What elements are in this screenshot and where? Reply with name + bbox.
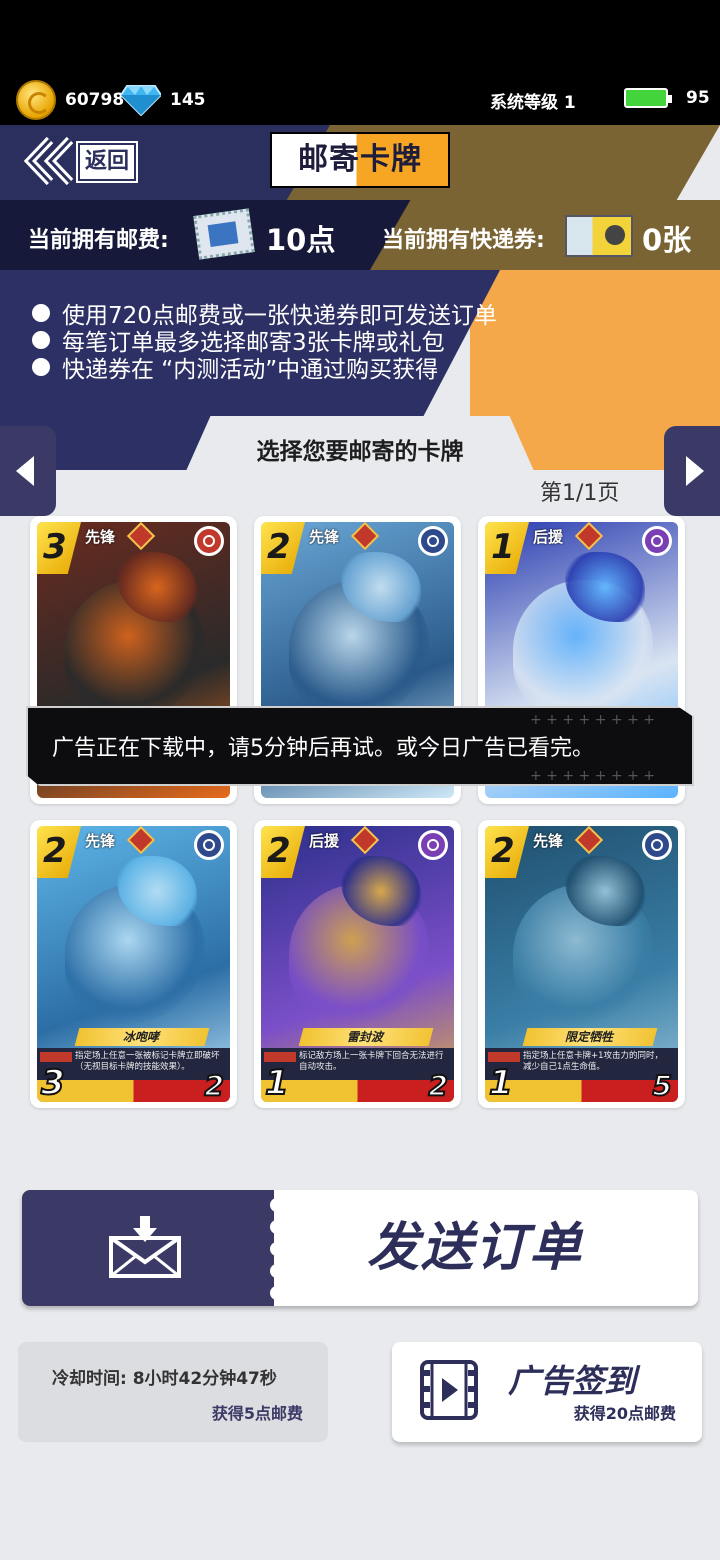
card-item[interactable]: 2 先锋 限定牺牲 指定场上任意卡牌+1攻击力的同时，减少自己1点生命值。 1 5 — [478, 820, 685, 1108]
element-icon — [418, 830, 448, 860]
arrow-right-icon — [686, 456, 704, 486]
card-art: 2 先锋 冰咆哮 指定场上任意一张被标记卡牌立即破坏（无视目标卡牌的技能效果）。 3 2 — [37, 826, 230, 1102]
system-level: 系统等级 1 — [490, 93, 576, 113]
card-attack: 1 — [488, 1063, 514, 1102]
gold-amount: 60798 — [65, 90, 125, 110]
voucher-label: 当前拥有快递券: — [382, 228, 545, 253]
card-attack: 1 — [264, 1063, 290, 1102]
double-chevron-left-icon[interactable] — [22, 136, 78, 186]
toast-text: 广告正在下载中，请5分钟后再试。或今日广告已看完。 — [52, 736, 594, 761]
postage-cooldown-panel — [18, 1342, 328, 1442]
card-art: 2 先锋 限定牺牲 指定场上任意卡牌+1攻击力的同时，减少自己1点生命值。 1 5 — [485, 826, 678, 1102]
element-icon — [194, 830, 224, 860]
cooldown-reward: 获得5点邮费 — [211, 1404, 303, 1423]
cooldown-timer: 冷却时间: 8小时42分钟47秒 — [52, 1369, 277, 1389]
element-icon — [642, 526, 672, 556]
ad-checkin-reward: 获得20点邮费 — [573, 1404, 676, 1423]
back-button[interactable]: 返回 — [78, 143, 136, 181]
postage-stamp-icon — [193, 208, 255, 260]
card-item[interactable]: 2 后援 雷封波 标记敌方场上一张卡牌下回合无法进行自动攻击。 1 2 — [254, 820, 461, 1108]
skill-tag-icon — [40, 1052, 72, 1062]
page-title: 邮寄卡牌 — [270, 132, 450, 188]
bullet-icon — [32, 358, 50, 376]
postage-fee-value: 10点 — [266, 223, 336, 257]
next-page-button[interactable] — [664, 426, 720, 516]
card-role: 先锋 — [309, 528, 340, 546]
element-icon — [418, 526, 448, 556]
express-voucher-icon — [565, 215, 633, 257]
card-role: 后援 — [533, 528, 564, 546]
card-attack: 3 — [40, 1063, 66, 1102]
skill-tag-icon — [488, 1052, 520, 1062]
card-role: 后援 — [309, 832, 340, 850]
card-health: 5 — [651, 1069, 673, 1103]
diamond-amount: 145 — [170, 90, 206, 110]
decor-pattern: + + + + + + + + — [530, 712, 655, 728]
arrow-left-icon — [16, 456, 34, 486]
selector-title: 选择您要邮寄的卡牌 — [256, 439, 464, 465]
page-indicator: 第1/1页 — [540, 481, 620, 506]
bullet-icon — [32, 331, 50, 349]
element-icon — [642, 830, 672, 860]
element-icon — [194, 526, 224, 556]
card-name: 雷封波 — [298, 1028, 434, 1046]
rule-item: 快递券在 “内测活动”中通过购买获得 — [32, 350, 438, 384]
card-role: 先锋 — [533, 832, 564, 850]
battery-level: 95 — [686, 88, 710, 108]
card-role: 先锋 — [85, 832, 116, 850]
diamond-icon — [121, 85, 161, 116]
envelope-download-icon — [109, 1216, 181, 1278]
decor-pattern: + + + + + + + + — [530, 768, 655, 784]
prev-page-button[interactable] — [0, 426, 56, 516]
card-health: 2 — [427, 1069, 449, 1103]
voucher-value: 0张 — [642, 223, 692, 257]
card-stat-bar — [485, 1080, 678, 1102]
card-name: 冰咆哮 — [74, 1028, 210, 1046]
ad-checkin-label: 广告签到 — [508, 1362, 637, 1400]
send-order-label: 发送订单 — [366, 1218, 583, 1278]
postage-fee-label: 当前拥有邮费: — [28, 228, 169, 253]
card-name: 限定牺牲 — [522, 1028, 658, 1046]
card-stat-bar — [37, 1080, 230, 1102]
bullet-icon — [32, 304, 50, 322]
card-stat-bar — [261, 1080, 454, 1102]
card-art: 2 后援 雷封波 标记敌方场上一张卡牌下回合无法进行自动攻击。 1 2 — [261, 826, 454, 1102]
skill-tag-icon — [264, 1052, 296, 1062]
card-health: 2 — [203, 1069, 225, 1103]
card-role: 先锋 — [85, 528, 116, 546]
card-item[interactable]: 2 先锋 冰咆哮 指定场上任意一张被标记卡牌立即破坏（无视目标卡牌的技能效果）。 3 2 — [30, 820, 237, 1108]
gold-coin-icon — [16, 80, 56, 120]
battery-icon — [624, 88, 672, 108]
